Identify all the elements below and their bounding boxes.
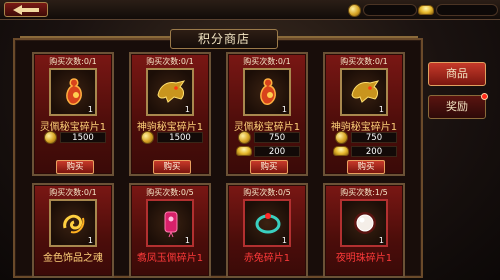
gold-swirl-icon bbox=[63, 214, 85, 234]
token-icon bbox=[44, 131, 57, 144]
shop-item-card[interactable]: 购买次数:0/1 1 神驹秘宝碎片1 750 200 购买 bbox=[323, 52, 405, 176]
price-value: 200 bbox=[351, 145, 397, 157]
item-name: 金色饰品之魂 bbox=[43, 253, 103, 264]
item-slot: 1 bbox=[243, 199, 291, 247]
price-value: 1500 bbox=[157, 131, 203, 143]
gourd-icon bbox=[66, 78, 82, 105]
back-arrow-icon bbox=[13, 4, 39, 15]
item-name: 赤兔碎片1 bbox=[243, 253, 291, 264]
gold-ingot-icon bbox=[418, 5, 434, 15]
pearl-icon bbox=[354, 212, 376, 234]
coin-currency bbox=[348, 3, 417, 17]
price-row: 1500 bbox=[141, 131, 203, 144]
price-row: 200 bbox=[333, 145, 397, 157]
purchase-count: 购买次数:0/5 bbox=[243, 188, 291, 197]
buy-button[interactable]: 购买 bbox=[56, 160, 94, 174]
purchase-count: 购买次数:0/1 bbox=[146, 57, 194, 66]
item-slot: 1 bbox=[340, 68, 388, 116]
title-ornament-left bbox=[20, 36, 170, 38]
shop-item-card[interactable]: 购买次数:0/5 1 赤兔碎片1 bbox=[226, 183, 308, 278]
notification-badge bbox=[481, 93, 488, 100]
purchase-count: 购买次数:0/1 bbox=[49, 57, 97, 66]
item-quantity: 1 bbox=[87, 236, 93, 245]
buy-button[interactable]: 购买 bbox=[347, 160, 385, 174]
panel-title: 积分商店 bbox=[170, 29, 278, 49]
gold-ingot-icon bbox=[333, 146, 349, 156]
item-slot: 1 bbox=[146, 199, 194, 247]
buy-button[interactable]: 购买 bbox=[153, 160, 191, 174]
buy-button[interactable]: 购买 bbox=[250, 160, 288, 174]
price-value: 200 bbox=[254, 145, 300, 157]
ring-icon bbox=[255, 213, 281, 234]
token-icon bbox=[335, 131, 348, 144]
price-row: 1500 bbox=[44, 131, 106, 144]
purchase-count: 购买次数:0/1 bbox=[49, 188, 97, 197]
price-row: 750 bbox=[238, 131, 300, 144]
purchase-count: 购买次数:0/1 bbox=[243, 57, 291, 66]
ingot-currency bbox=[418, 3, 498, 17]
item-slot: 1 bbox=[49, 199, 97, 247]
shop-item-card[interactable]: 购买次数:0/1 1 灵佩秘宝碎片1 1500 购买 bbox=[32, 52, 114, 176]
gourd-icon bbox=[260, 78, 276, 105]
shop-item-card[interactable]: 购买次数:0/1 1 灵佩秘宝碎片1 750 200 购买 bbox=[226, 52, 308, 176]
shop-item-card[interactable]: 购买次数:0/1 1 神驹秘宝碎片1 1500 购买 bbox=[129, 52, 211, 176]
ingot-amount-bar bbox=[436, 4, 498, 16]
price-value: 750 bbox=[254, 131, 300, 143]
purchase-count: 购买次数:0/1 bbox=[340, 57, 388, 66]
purchase-count: 购买次数:0/5 bbox=[146, 188, 194, 197]
item-quantity: 1 bbox=[281, 105, 287, 114]
gold-ingot-icon bbox=[236, 146, 252, 156]
item-name: 翥凤玉佩碎片1 bbox=[136, 253, 204, 264]
coin-icon bbox=[348, 3, 361, 17]
coin-amount-bar bbox=[363, 4, 417, 16]
item-slot: 1 bbox=[340, 199, 388, 247]
top-bar bbox=[0, 0, 500, 20]
item-name: 夜明珠碎片1 bbox=[335, 253, 393, 264]
token-icon bbox=[141, 131, 154, 144]
item-slot: 1 bbox=[243, 68, 291, 116]
price-value: 750 bbox=[351, 131, 397, 143]
item-slot: 1 bbox=[49, 68, 97, 116]
price-row: 750 bbox=[335, 131, 397, 144]
back-button[interactable] bbox=[4, 2, 48, 17]
tab-rewards-label: 奖励 bbox=[446, 100, 468, 113]
item-slot: 1 bbox=[146, 68, 194, 116]
item-quantity: 1 bbox=[87, 105, 93, 114]
purchase-count: 购买次数:1/5 bbox=[340, 188, 388, 197]
tab-goods[interactable]: 商品 bbox=[428, 62, 486, 86]
item-quantity: 1 bbox=[378, 236, 384, 245]
shop-item-card[interactable]: 购买次数:1/5 1 夜明珠碎片1 bbox=[323, 183, 405, 278]
title-ornament-right bbox=[278, 36, 418, 38]
item-quantity: 1 bbox=[281, 236, 287, 245]
price-row: 200 bbox=[236, 145, 300, 157]
item-quantity: 1 bbox=[184, 236, 190, 245]
dragon-head-icon bbox=[351, 80, 380, 103]
shop-item-card[interactable]: 购买次数:0/5 1 翥凤玉佩碎片1 bbox=[129, 183, 211, 278]
tab-rewards[interactable]: 奖励 bbox=[428, 93, 488, 119]
item-quantity: 1 bbox=[378, 105, 384, 114]
price-value: 1500 bbox=[60, 131, 106, 143]
shop-item-card[interactable]: 购买次数:0/1 1 金色饰品之魂 bbox=[32, 183, 114, 278]
token-icon bbox=[238, 131, 251, 144]
item-quantity: 1 bbox=[184, 105, 190, 114]
dragon-head-icon bbox=[157, 80, 186, 103]
jade-pendant-icon bbox=[164, 211, 178, 238]
